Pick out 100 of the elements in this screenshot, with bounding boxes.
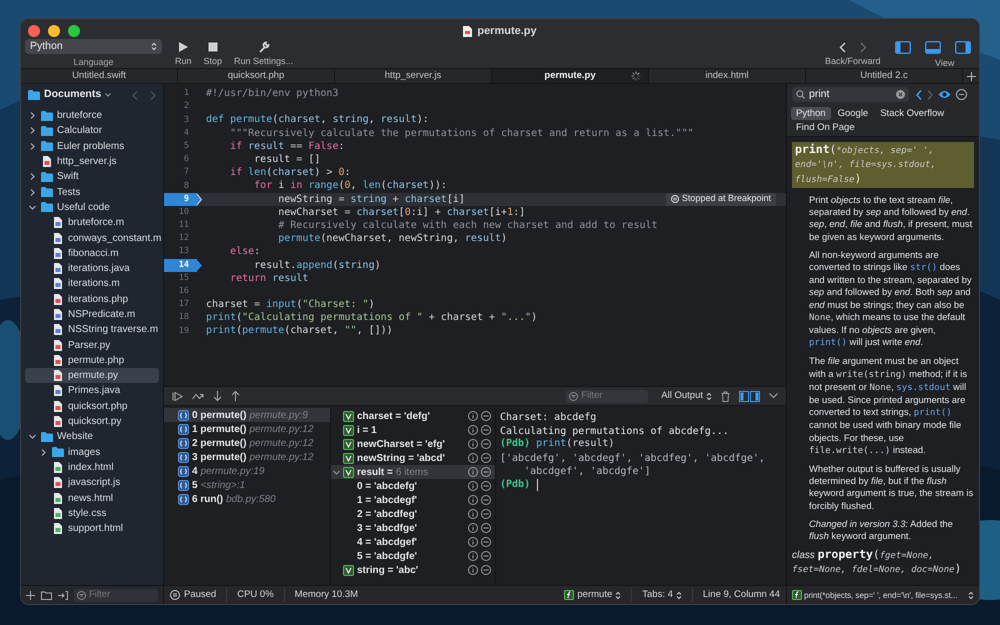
doc-link[interactable]: sys.stdout	[896, 382, 951, 393]
doc-link[interactable]: print()	[914, 408, 952, 418]
remove-icon[interactable]	[481, 439, 491, 449]
forward-icon[interactable]	[860, 42, 867, 53]
file-tab[interactable]: index.html	[649, 69, 806, 83]
stack-frame[interactable]: 6 run() bdb.py:580	[164, 492, 330, 506]
remove-icon[interactable]	[481, 551, 491, 561]
variable-row[interactable]: 4 = 'abcdgef'	[331, 535, 495, 549]
filter-field[interactable]: Filter	[581, 388, 642, 404]
stack-frame[interactable]: 5 <string>:1	[164, 478, 330, 492]
file-tab[interactable]: quicksort.php	[178, 69, 335, 83]
eye-icon[interactable]	[938, 90, 951, 99]
import-icon[interactable]	[58, 590, 68, 600]
stack-frame[interactable]: 0 permute() permute.py:9	[164, 408, 330, 422]
file-tree-item[interactable]: http_server.js	[25, 154, 159, 170]
clear-icon[interactable]	[896, 90, 905, 99]
file-tree-item[interactable]: iterations.m	[25, 276, 159, 292]
variable-row[interactable]: 3 = 'abcdfge'	[331, 521, 495, 535]
variable-row[interactable]: newString = 'abcd'	[331, 451, 495, 465]
chevron-down-icon[interactable]	[769, 393, 778, 399]
info-icon[interactable]	[468, 509, 478, 519]
stack-frame[interactable]: 3 permute() permute.py:12	[164, 450, 330, 464]
file-tree-item[interactable]: conways_constant.m	[25, 230, 159, 246]
filter-box[interactable]: Filter	[566, 390, 648, 402]
variable-row[interactable]: newCharset = 'efg'	[331, 437, 495, 451]
info-icon[interactable]	[468, 523, 478, 533]
function-select[interactable]: permute	[564, 588, 632, 602]
file-tree-item[interactable]: NSString traverse.m	[25, 322, 159, 338]
panel-toggle-icon[interactable]	[895, 41, 911, 54]
language-select[interactable]: Python	[25, 39, 162, 54]
variable-row[interactable]: 0 = 'abcdefg'	[331, 479, 495, 493]
scope-tab[interactable]: Python	[791, 107, 831, 120]
file-tree-item[interactable]: iterations.java	[25, 260, 159, 276]
file-tree-item[interactable]: news.html	[25, 490, 159, 506]
remove-icon[interactable]	[481, 453, 491, 463]
variable-row[interactable]: 1 = 'abcdegf'	[331, 493, 495, 507]
variable-row[interactable]: 2 = 'abcdfeg'	[331, 507, 495, 521]
file-tree-item[interactable]: quicksort.py	[25, 414, 159, 430]
doc-link[interactable]: str()	[910, 263, 938, 274]
variable-row[interactable]: 5 = 'abcdgfe'	[331, 549, 495, 563]
file-tree-item[interactable]: Calculator	[25, 123, 159, 139]
split-right-icon[interactable]	[750, 390, 760, 402]
file-tab[interactable]: permute.py	[492, 69, 649, 83]
plus-icon[interactable]	[26, 590, 35, 600]
step-into-icon[interactable]	[213, 391, 222, 401]
file-tree-item[interactable]: Parser.py	[25, 337, 159, 353]
tab-width-select[interactable]: Tabs: 4	[632, 588, 693, 602]
scope-tab[interactable]: Find On Page	[791, 121, 860, 134]
scope-tab[interactable]: Google	[832, 107, 874, 120]
trash-icon[interactable]	[721, 390, 730, 402]
file-tree-item[interactable]: fibonacci.m	[25, 246, 159, 261]
back-icon[interactable]	[916, 90, 922, 100]
file-tree-item[interactable]: permute.py	[25, 368, 159, 384]
doc-link[interactable]: print()	[809, 338, 847, 348]
remove-icon[interactable]	[481, 537, 491, 547]
variable-row[interactable]: string = 'abc'	[331, 563, 495, 577]
info-icon[interactable]	[468, 481, 478, 491]
stack-frame[interactable]: 2 permute() permute.py:12	[164, 436, 330, 450]
scope-tab[interactable]: Stack Overflow	[875, 107, 950, 120]
file-tree-item[interactable]: Tests	[25, 184, 159, 200]
info-icon[interactable]	[468, 439, 478, 449]
split-left-icon[interactable]	[739, 390, 749, 402]
minus-circle-icon[interactable]	[956, 89, 967, 100]
zoom-icon[interactable]	[68, 25, 80, 37]
file-tree-item[interactable]: bruteforce.m	[25, 215, 159, 230]
file-tree-item[interactable]: Swift	[25, 169, 159, 184]
file-tab[interactable]: Untitled 2.c	[806, 69, 963, 83]
variable-row[interactable]: i = 1	[331, 423, 495, 437]
settings-button[interactable]: Run Settings...	[230, 41, 298, 68]
file-tree-item[interactable]: permute.php	[25, 352, 159, 368]
remove-icon[interactable]	[481, 467, 491, 477]
output-select[interactable]: All Output	[661, 388, 712, 404]
stack-frame[interactable]: 1 permute() permute.py:12	[164, 422, 330, 436]
info-icon[interactable]	[468, 453, 478, 463]
info-icon[interactable]	[468, 551, 478, 561]
file-tree-item[interactable]: images	[25, 444, 159, 460]
info-icon[interactable]	[468, 537, 478, 547]
close-icon[interactable]	[28, 25, 40, 37]
info-icon[interactable]	[468, 467, 478, 477]
remove-icon[interactable]	[481, 425, 491, 435]
file-tree-item[interactable]: NSPredicate.m	[25, 306, 159, 322]
run-button[interactable]: Run	[171, 41, 196, 68]
step-out-icon[interactable]	[231, 391, 240, 401]
remove-icon[interactable]	[481, 411, 491, 421]
stop-button[interactable]: Stop	[200, 41, 226, 68]
step-over-icon[interactable]	[192, 392, 204, 400]
file-tab[interactable]: Untitled.swift	[21, 69, 178, 83]
file-tree-item[interactable]: Euler problems	[25, 138, 159, 154]
file-tree-item[interactable]: bruteforce	[25, 108, 159, 124]
file-tree-item[interactable]: quicksort.php	[25, 398, 159, 414]
remove-icon[interactable]	[481, 495, 491, 505]
remove-icon[interactable]	[481, 523, 491, 533]
file-tree-item[interactable]: Website	[25, 429, 159, 445]
file-tree-item[interactable]: Primes.java	[25, 383, 159, 399]
minimize-icon[interactable]	[48, 25, 60, 37]
file-tree-item[interactable]: style.css	[25, 506, 159, 522]
filter-box[interactable]: Filter	[74, 588, 158, 602]
stack-frame[interactable]: 4 permute.py:19	[164, 464, 330, 478]
info-icon[interactable]	[468, 411, 478, 421]
info-icon[interactable]	[468, 495, 478, 505]
